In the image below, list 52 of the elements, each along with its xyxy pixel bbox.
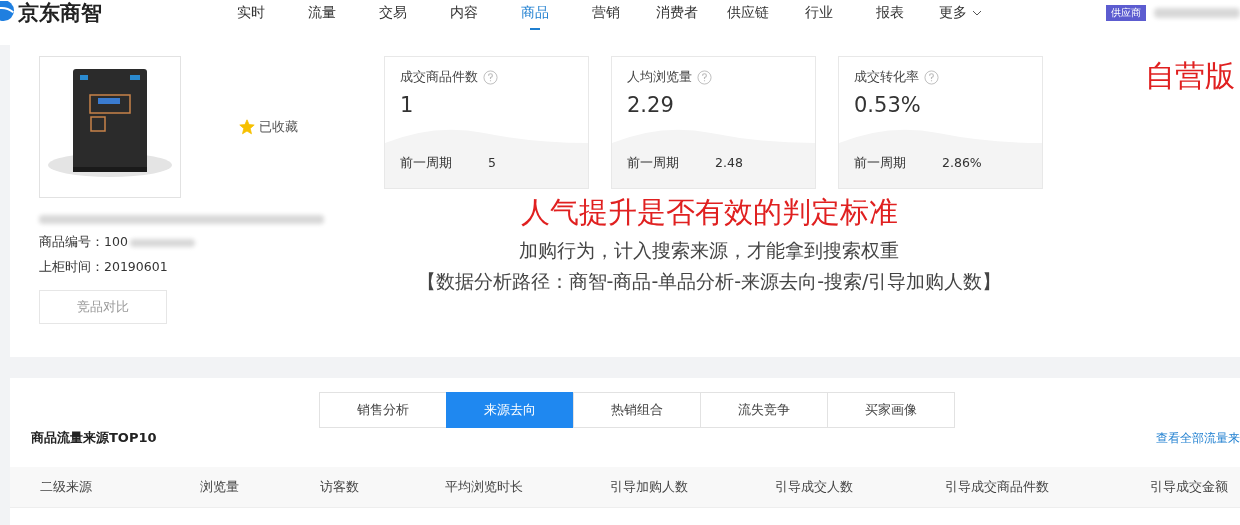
column-header: 访客数 (319, 478, 360, 496)
chevron-down-icon (972, 10, 982, 16)
nav-tab[interactable]: 内容 (428, 0, 499, 30)
column-header: 引导成交金额 (1149, 478, 1229, 496)
view-all-link[interactable]: 查看全部流量来 (1156, 429, 1240, 447)
tab[interactable]: 热销组合 (573, 392, 701, 428)
metric-title: 成交商品件数 (400, 68, 478, 86)
column-header: 引导加购人数 (609, 478, 689, 496)
metric-value: 2.29 (626, 92, 675, 117)
metric-title: 成交转化率 (854, 68, 919, 86)
nav-tab[interactable]: 营销 (570, 0, 641, 30)
column-header: 引导成交商品件数 (944, 478, 1050, 496)
logo-text: 京东商智 (18, 0, 102, 26)
previous-period-label: 前一周期 (400, 155, 452, 172)
annotation-text: 【数据分析路径：商智-商品-单品分析-来源去向-搜索/引导加购人数】 (416, 269, 1002, 294)
tab[interactable]: 买家画像 (827, 392, 955, 428)
metric-value: 1 (399, 92, 415, 117)
nav-tab[interactable]: 消费者 (641, 0, 712, 30)
product-number: 商品编号：100 (39, 234, 128, 251)
nav-tab[interactable]: 行业 (783, 0, 854, 30)
nav-tab[interactable]: 实时 (215, 0, 286, 30)
nav-tab[interactable]: 流量 (286, 0, 357, 30)
listing-date: 上柜时间：20190601 (39, 259, 168, 276)
tab[interactable]: 来源去向 (446, 392, 574, 428)
nav-tab[interactable]: 交易 (357, 0, 428, 30)
previous-period-label: 前一周期 (854, 155, 906, 172)
tab[interactable]: 流失竞争 (700, 392, 828, 428)
previous-period-value: 2.48 (715, 155, 743, 172)
column-header: 平均浏览时长 (444, 478, 524, 496)
section-title: 商品流量来源TOP10 (31, 429, 157, 447)
annotation-text: 加购行为，计入搜索来源，才能拿到搜索权重 (519, 238, 899, 263)
previous-period-value: 5 (488, 155, 496, 172)
previous-period-value: 2.86% (942, 155, 982, 172)
column-header: 浏览量 (199, 478, 240, 496)
metric-value: 0.53% (853, 92, 922, 117)
favorite-label: 已收藏 (259, 118, 298, 136)
nav-tab[interactable]: 报表 (854, 0, 925, 30)
column-header: 引导成交人数 (774, 478, 854, 496)
tab[interactable]: 销售分析 (319, 392, 447, 428)
help-icon[interactable] (697, 69, 712, 85)
redaction-bar (129, 238, 195, 247)
help-icon[interactable] (924, 69, 939, 85)
annotation-text: 自营版 (1145, 57, 1235, 95)
nav-tab[interactable]: 更多 (925, 0, 996, 30)
annotation-headline: 人气提升是否有效的判定标准 (520, 194, 898, 231)
role-badge: 供应商 (1106, 5, 1146, 21)
column-header: 二级来源 (39, 478, 93, 496)
metric-title: 人均浏览量 (627, 68, 692, 86)
previous-period-label: 前一周期 (627, 155, 679, 172)
nav-tab[interactable]: 商品 (499, 0, 570, 30)
nav-tab[interactable]: 供应链 (712, 0, 783, 30)
help-icon[interactable] (483, 69, 498, 85)
